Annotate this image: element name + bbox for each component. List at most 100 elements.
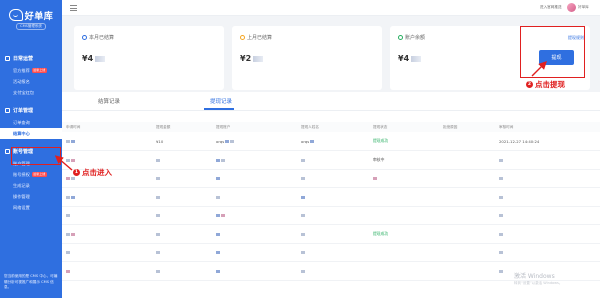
sidebar-item-order-query[interactable]: 订单查询 (0, 117, 62, 128)
operations-icon (5, 56, 10, 61)
masked-value (411, 55, 422, 62)
card-value: ¥2 (240, 54, 264, 63)
orders-icon (5, 108, 10, 113)
table-cell (212, 187, 297, 207)
table-cell: orqs (212, 132, 297, 151)
masked-value (66, 158, 70, 162)
masked-value (499, 177, 503, 181)
table-cell (297, 150, 369, 170)
logo[interactable]: 好单库 CMS管理系统 (0, 0, 62, 38)
sidebar-item-alipay-redpacket[interactable]: 支付宝红包 (0, 87, 62, 98)
activation-watermark: 激活 Windows (514, 273, 555, 280)
masked-value (66, 251, 70, 255)
table-cell (439, 243, 495, 262)
table-cell (495, 187, 600, 207)
masked-value (499, 158, 503, 162)
masked-value (499, 232, 503, 236)
sidebar-item-label: 网络设置 (13, 204, 30, 210)
masked-value (221, 158, 225, 162)
sidebar-item-events[interactable]: 活动报名 (0, 76, 62, 87)
group-label: 日常运营 (13, 56, 34, 62)
table-cell (152, 187, 212, 207)
sidebar-item-generate-records[interactable]: 生成记录 (0, 180, 62, 191)
sidebar-item-account-auth[interactable]: 账号授权 最新上线 (0, 169, 62, 180)
menu-toggle-icon[interactable] (70, 5, 77, 11)
masked-value (216, 269, 220, 273)
card-value: ¥4 (82, 54, 106, 63)
table-cell: 2021-12-27 14:40:24 (495, 132, 600, 151)
masked-value (71, 195, 75, 199)
table-cell (369, 206, 439, 225)
masked-value (156, 195, 160, 199)
avatar[interactable] (567, 3, 576, 12)
masked-value (156, 214, 160, 218)
sidebar-item-official-recommend[interactable]: 官方推荐 最新上线 (0, 65, 62, 76)
card-title-text: 账户余额 (405, 35, 426, 41)
card-title: 账户余额 (398, 34, 425, 41)
table-cell: orqs (297, 132, 369, 151)
card-value-text: ¥2 (240, 54, 252, 63)
table-cell (439, 187, 495, 207)
table-cell (297, 261, 369, 281)
card-value-text: ¥4 (82, 54, 94, 63)
table-cell (62, 243, 152, 262)
sidebar-item-label: 结算中心 (13, 130, 30, 136)
table-cell: 提现成功 (369, 224, 439, 244)
masked-value (301, 214, 305, 218)
sidebar-item-label: 账号授权 (13, 171, 30, 177)
logo-subtitle: CMS管理系统 (16, 22, 46, 30)
masked-value (71, 158, 75, 162)
table-cell (495, 224, 600, 244)
activation-watermark-sub: 转到“设置”以激活 Windows。 (514, 281, 563, 285)
tab-divider (62, 109, 600, 111)
nav-group-operations: 日常运营 官方推荐 最新上线 活动报名 支付宝红包 (0, 52, 62, 98)
annotation-step-1: 1 点击进入 (73, 167, 112, 178)
masked-value (66, 214, 70, 218)
card-month-settled: 本月已结算 ¥4 (74, 26, 224, 90)
group-label: 订单管理 (13, 108, 34, 114)
table-row (62, 187, 600, 207)
masked-value (310, 140, 315, 143)
sidebar-footer-note: 您当前使用的是 CMS 中心，可编辑分析可视推广和展示 CMS 信息。 (4, 274, 58, 289)
top-link[interactable]: 进入官网推送 (540, 5, 562, 10)
card-value-text: ¥4 (398, 54, 410, 63)
card-title-text: 上月已结算 (247, 35, 273, 41)
user-name[interactable]: 好单库 (578, 5, 589, 10)
sidebar-item-network-settings[interactable]: 网络设置 (0, 202, 62, 213)
table-cell (152, 224, 212, 244)
cell-text: orqs (301, 138, 310, 144)
table-cell (297, 169, 369, 188)
sidebar-item-label: 操作管理 (13, 193, 30, 199)
table-cell (297, 224, 369, 244)
group-head-operations[interactable]: 日常运营 (0, 52, 62, 65)
masked-value (66, 232, 70, 236)
group-head-orders[interactable]: 订单管理 (0, 104, 62, 117)
table-row (62, 243, 600, 262)
masked-value (301, 177, 305, 181)
new-badge: 最新上线 (31, 172, 47, 177)
step-1-text: 点击进入 (82, 168, 112, 177)
table-cell (62, 224, 152, 244)
table-cell (212, 224, 297, 244)
masked-value (499, 251, 503, 255)
status-dot-icon (82, 35, 87, 40)
sidebar-item-operations-manage[interactable]: 操作管理 (0, 191, 62, 202)
table-cell (369, 243, 439, 262)
masked-value (156, 251, 160, 255)
table-cell (439, 261, 495, 281)
masked-value (216, 214, 220, 218)
sidebar-item-label: 官方推荐 (13, 67, 30, 73)
table-cell (212, 150, 297, 170)
col-account: 提现账户 (212, 122, 297, 132)
sidebar-item-settlement-center[interactable]: 结算中心 (0, 128, 62, 139)
table-cell (212, 169, 297, 188)
table-cell (62, 261, 152, 281)
masked-value (66, 140, 70, 143)
tab-settlement-records[interactable]: 结算记录 (98, 97, 120, 105)
masked-value (301, 158, 305, 162)
tab-withdraw-records[interactable]: 提现记录 (210, 97, 232, 105)
table-cell (439, 132, 495, 151)
col-reason: 拒绝原因 (439, 122, 495, 132)
cell-text: orqs (216, 138, 225, 144)
sidebar-item-label: 活动报名 (13, 78, 30, 84)
